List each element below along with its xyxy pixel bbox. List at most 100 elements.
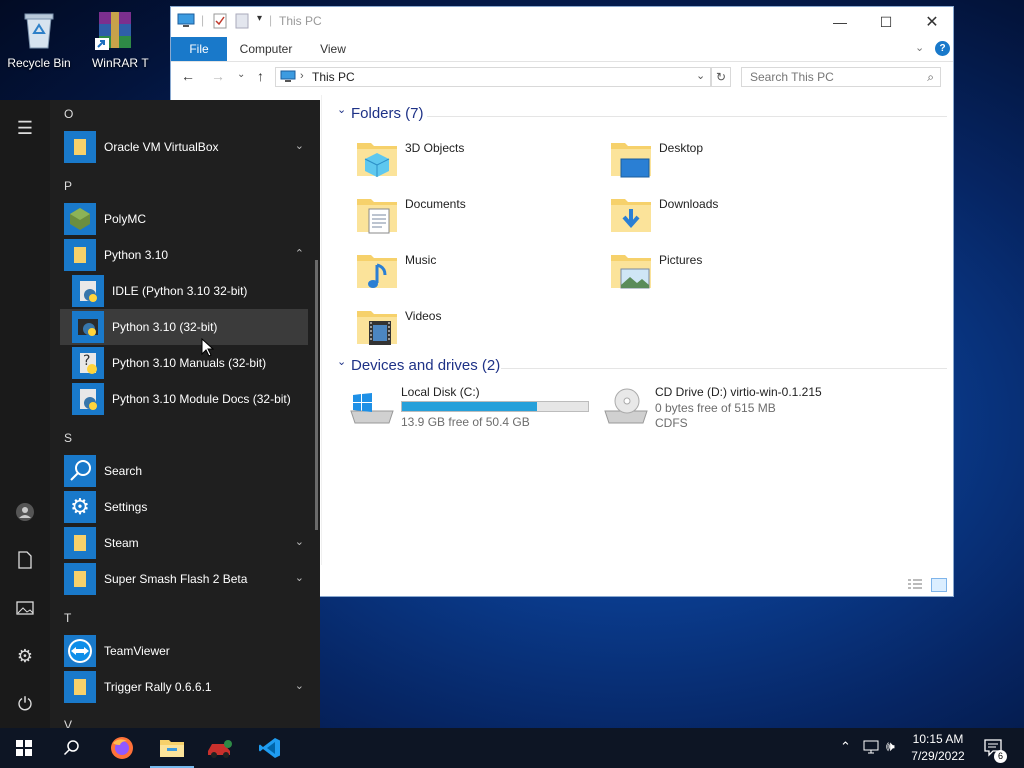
recent-locations-icon[interactable]: ⌄: [237, 69, 245, 80]
folder-label: Desktop: [659, 141, 704, 155]
app-oracle-vm-virtualbox[interactable]: Oracle VM VirtualBox ⌄: [60, 129, 308, 165]
user-avatar-icon[interactable]: [13, 500, 37, 524]
taskbar-file-explorer[interactable]: [148, 728, 196, 768]
app-teamviewer[interactable]: TeamViewer: [60, 633, 308, 669]
downloads-folder-icon: [609, 193, 653, 237]
group-letter-s[interactable]: S: [64, 431, 72, 445]
start-button[interactable]: [0, 728, 48, 768]
address-bar[interactable]: › This PC ⌄: [275, 67, 711, 87]
folder-tile-icon: [64, 131, 96, 163]
folder-tile-icon: [64, 671, 96, 703]
app-python-manuals[interactable]: ? Python 3.10 Manuals (32-bit): [60, 345, 308, 381]
section-divider: [427, 116, 947, 117]
start-scrollbar[interactable]: [315, 260, 318, 530]
group-letter-p[interactable]: P: [64, 179, 72, 193]
folder-downloads[interactable]: Downloads: [609, 193, 849, 243]
app-trigger-rally[interactable]: Trigger Rally 0.6.6.1 ⌄: [60, 669, 308, 705]
folder-documents[interactable]: Documents: [355, 193, 595, 243]
python-icon: [72, 311, 104, 343]
documents-icon[interactable]: [13, 548, 37, 572]
drive-cd-d[interactable]: CD Drive (D:) virtio-win-0.1.215 0 bytes…: [603, 385, 903, 431]
expand-chevron-icon[interactable]: ⌄: [295, 535, 304, 548]
app-settings[interactable]: ⚙ Settings: [60, 489, 308, 525]
folder-pictures[interactable]: Pictures: [609, 249, 849, 299]
help-icon[interactable]: ?: [935, 41, 950, 56]
breadcrumb-chevron-icon[interactable]: ›: [300, 70, 304, 82]
race-car-icon: [208, 740, 232, 758]
app-search[interactable]: Search: [60, 453, 308, 489]
taskbar-trigger-rally[interactable]: [196, 728, 244, 768]
close-button[interactable]: ✕: [909, 7, 955, 37]
desktop-icon-label: T: [141, 56, 149, 70]
cd-drive-icon: [603, 387, 649, 430]
expand-chevron-icon[interactable]: ⌄: [295, 139, 304, 152]
expand-chevron-icon[interactable]: ⌄: [295, 571, 304, 584]
folder-music[interactable]: Music: [355, 249, 595, 299]
app-python-3-10-folder[interactable]: Python 3.10 ⌃: [60, 237, 308, 273]
pictures-folder-icon: [609, 249, 653, 293]
start-menu[interactable]: ☰ ⚙ ⏻ O Oracle VM VirtualBox ⌄ P PolyMC …: [0, 100, 320, 732]
app-steam[interactable]: Steam ⌄: [60, 525, 308, 561]
large-icons-view-icon[interactable]: [931, 578, 947, 592]
folder-3d-objects[interactable]: 3D Objects: [355, 137, 595, 187]
volume-icon[interactable]: 🕪: [886, 738, 895, 755]
group-letter-o[interactable]: O: [64, 107, 73, 121]
properties-icon[interactable]: [213, 13, 227, 32]
music-folder-icon: [355, 249, 399, 293]
app-polymc[interactable]: PolyMC: [60, 201, 308, 237]
show-hidden-icons-chevron[interactable]: ⌃: [840, 739, 851, 755]
folder-label: 3D Objects: [405, 141, 465, 155]
notification-count-badge: 6: [994, 750, 1007, 763]
address-dropdown-icon[interactable]: ⌄: [696, 69, 705, 82]
3d-objects-folder-icon: [355, 137, 399, 181]
title-bar[interactable]: | ▾ | This PC — ☐ ✕: [171, 7, 953, 37]
folders-section-header[interactable]: Folders (7): [351, 105, 424, 122]
taskbar-search-button[interactable]: [48, 728, 96, 768]
folder-label: Downloads: [659, 197, 719, 211]
refresh-button[interactable]: ↻: [711, 67, 731, 87]
vscode-icon: [259, 738, 280, 758]
tab-computer[interactable]: Computer: [233, 37, 299, 61]
collapse-chevron-icon[interactable]: ⌃: [295, 247, 304, 260]
search-input[interactable]: Search This PC ⌕: [741, 67, 941, 87]
settings-gear-icon[interactable]: ⚙: [13, 644, 37, 668]
tab-file[interactable]: File: [171, 37, 227, 61]
expand-chevron-icon[interactable]: ⌄: [295, 679, 304, 692]
drive-local-disk-c[interactable]: Local Disk (C:) 13.9 GB free of 50.4 GB: [349, 385, 599, 431]
group-letter-t[interactable]: T: [64, 611, 71, 625]
ribbon-expand-icon[interactable]: ⌄: [915, 41, 924, 54]
taskbar-vscode[interactable]: [246, 728, 294, 768]
details-view-icon[interactable]: [907, 578, 923, 593]
folder-videos[interactable]: Videos: [355, 305, 595, 355]
drives-section-header[interactable]: Devices and drives (2): [351, 357, 500, 374]
app-python-module-docs[interactable]: Python 3.10 Module Docs (32-bit): [60, 381, 308, 417]
tab-view[interactable]: View: [311, 37, 355, 61]
desktop-icon-partial[interactable]: T: [130, 0, 160, 70]
app-label: IDLE (Python 3.10 32-bit): [112, 284, 248, 298]
power-icon[interactable]: ⏻: [13, 692, 37, 716]
hamburger-menu-icon[interactable]: ☰: [13, 116, 37, 140]
taskbar-firefox[interactable]: [98, 728, 146, 768]
pictures-icon[interactable]: [13, 596, 37, 620]
clock-time[interactable]: 10:15 AM: [906, 732, 970, 746]
minimize-button[interactable]: —: [817, 7, 863, 37]
new-folder-icon[interactable]: [235, 13, 249, 32]
folder-desktop[interactable]: Desktop: [609, 137, 849, 187]
app-python-3-10-32-bit[interactable]: Python 3.10 (32-bit): [60, 309, 308, 345]
close-icon: ✕: [925, 14, 939, 31]
up-arrow-icon[interactable]: ↑: [257, 68, 264, 84]
collapse-folders-icon[interactable]: ⌄: [337, 103, 346, 116]
desktop-icon-recycle-bin[interactable]: Recycle Bin: [4, 0, 74, 70]
app-super-smash-flash-2-beta[interactable]: Super Smash Flash 2 Beta ⌄: [60, 561, 308, 597]
windows-logo-icon: [16, 740, 32, 756]
maximize-button[interactable]: ☐: [863, 7, 909, 37]
back-arrow-icon[interactable]: ←: [181, 68, 195, 84]
collapse-drives-icon[interactable]: ⌄: [337, 355, 346, 368]
taskbar: ⌃ 🕪 10:15 AM 7/29/2022 6: [0, 728, 1024, 768]
app-label: Search: [104, 464, 143, 478]
forward-arrow-icon[interactable]: →: [211, 68, 225, 84]
clock-date[interactable]: 7/29/2022: [906, 749, 970, 763]
network-icon[interactable]: [862, 739, 880, 758]
quick-access-dropdown-icon[interactable]: ▾: [257, 13, 262, 24]
app-idle-python[interactable]: IDLE (Python 3.10 32-bit): [60, 273, 308, 309]
